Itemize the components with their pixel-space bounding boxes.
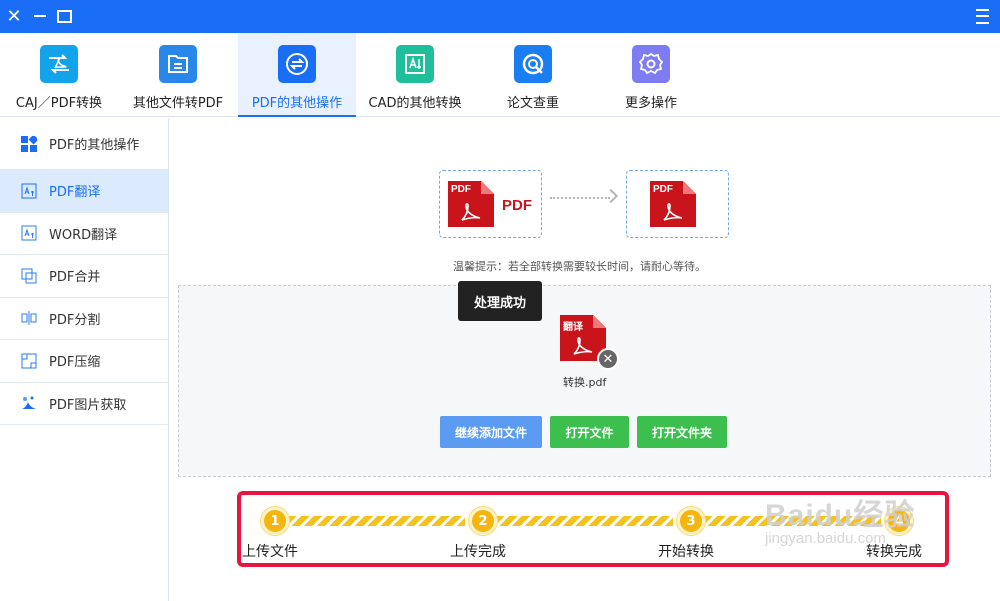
swap-icon xyxy=(278,45,316,83)
tab-caj-pdf-convert[interactable]: CAJ／PDF转换 xyxy=(0,33,118,117)
step-2-label: 上传完成 xyxy=(450,544,506,560)
source-format-label: PDF xyxy=(502,197,532,214)
maximize-icon[interactable] xyxy=(54,6,74,26)
sidebar-item-pdf-translate[interactable]: PDF翻译 xyxy=(0,170,168,213)
sidebar-item-label: PDF合并 xyxy=(49,270,101,286)
sidebar-item-pdf-other-ops[interactable]: PDF的其他操作 xyxy=(0,118,168,170)
translate-icon xyxy=(20,182,37,199)
sidebar-item-label: PDF的其他操作 xyxy=(49,138,140,153)
open-folder-button[interactable]: 打开文件夹 xyxy=(637,416,727,448)
target-format-box: PDF xyxy=(626,170,729,238)
sidebar-item-label: WORD翻译 xyxy=(49,227,118,243)
sidebar-item-pdf-compress[interactable]: PDF压缩 xyxy=(0,340,168,383)
gear-icon xyxy=(632,45,670,83)
cad-icon xyxy=(396,45,434,83)
file-tag: 翻译 xyxy=(563,322,583,333)
pdf-file-icon: PDF xyxy=(650,181,696,227)
arrow-line xyxy=(550,197,610,199)
step-connector xyxy=(705,516,881,526)
arrow-right-icon xyxy=(603,188,619,204)
tab-label: PDF的其他操作 xyxy=(251,96,343,111)
pdf-file-icon: PDF xyxy=(448,181,494,227)
compress-icon xyxy=(20,352,37,369)
step-1-label: 上传文件 xyxy=(242,544,298,560)
sidebar-item-label: PDF图片获取 xyxy=(49,397,127,413)
progress-steps: 1 2 3 4 上传文件 上传完成 开始转换 转换完成 xyxy=(237,491,949,567)
file-to-pdf-icon xyxy=(159,45,197,83)
remove-file-button[interactable]: ✕ xyxy=(597,348,619,370)
close-icon[interactable]: ✕ xyxy=(4,6,24,27)
check-icon xyxy=(514,45,552,83)
title-bar: ✕ xyxy=(0,0,1000,33)
minimize-icon[interactable] xyxy=(30,6,50,26)
tab-plagiarism-check[interactable]: 论文查重 xyxy=(474,33,592,117)
caj-pdf-convert-icon xyxy=(40,45,78,83)
translate-icon xyxy=(20,225,37,242)
step-connector xyxy=(497,516,673,526)
sidebar-item-pdf-image-extract[interactable]: PDF图片获取 xyxy=(0,383,168,425)
tab-label: 更多操作 xyxy=(624,96,677,111)
pdf-tag: PDF xyxy=(653,184,673,195)
tab-cad-convert[interactable]: CAD的其他转换 xyxy=(356,33,474,117)
sidebar-item-word-translate[interactable]: WORD翻译 xyxy=(0,213,168,255)
step-2-badge: 2 xyxy=(469,507,497,535)
split-icon xyxy=(20,310,37,327)
tab-label: 论文查重 xyxy=(506,96,559,111)
step-4-badge: 4 xyxy=(885,507,913,535)
tab-file-to-pdf[interactable]: 其他文件转PDF xyxy=(118,33,238,117)
tab-label: CAJ／PDF转换 xyxy=(15,96,103,111)
step-4-label: 转换完成 xyxy=(866,544,922,560)
tab-label: CAD的其他转换 xyxy=(368,96,462,111)
merge-icon xyxy=(20,267,37,284)
file-name: 转换.pdf xyxy=(563,376,607,389)
grid-icon xyxy=(20,135,37,152)
continue-add-file-button[interactable]: 继续添加文件 xyxy=(440,416,542,448)
main-toolbar: CAJ／PDF转换 其他文件转PDF PDF的其他操作 CAD的其他转换 论文查… xyxy=(0,33,1000,117)
step-3-label: 开始转换 xyxy=(658,544,714,560)
image-extract-icon xyxy=(20,395,37,412)
step-connector xyxy=(289,516,465,526)
step-1-badge: 1 xyxy=(261,507,289,535)
tab-more-ops[interactable]: 更多操作 xyxy=(592,33,710,117)
menu-icon[interactable] xyxy=(972,6,992,26)
tab-label: 其他文件转PDF xyxy=(132,96,224,111)
source-format-box: PDF PDF xyxy=(439,170,542,238)
sidebar-item-pdf-split[interactable]: PDF分割 xyxy=(0,298,168,340)
sidebar-item-pdf-merge[interactable]: PDF合并 xyxy=(0,255,168,298)
pdf-tag: PDF xyxy=(451,184,471,195)
tip-text: 温馨提示：若全部转换需要较长时间，请耐心等待。 xyxy=(453,260,706,273)
sidebar-item-label: PDF翻译 xyxy=(49,185,101,201)
success-toast: 处理成功 xyxy=(458,281,542,321)
sidebar-item-label: PDF分割 xyxy=(49,312,101,328)
sidebar: PDF的其他操作 PDF翻译 WORD翻译 PDF合并 PDF分割 PDF压缩 xyxy=(0,118,169,601)
sidebar-item-label: PDF压缩 xyxy=(49,355,101,371)
main-panel: PDF PDF PDF 温馨提示：若全部转换需要较长时间，请耐心等待。 翻译 ✕… xyxy=(170,118,1000,601)
open-file-button[interactable]: 打开文件 xyxy=(550,416,629,448)
step-3-badge: 3 xyxy=(677,507,705,535)
tab-pdf-other-ops[interactable]: PDF的其他操作 xyxy=(238,33,356,117)
